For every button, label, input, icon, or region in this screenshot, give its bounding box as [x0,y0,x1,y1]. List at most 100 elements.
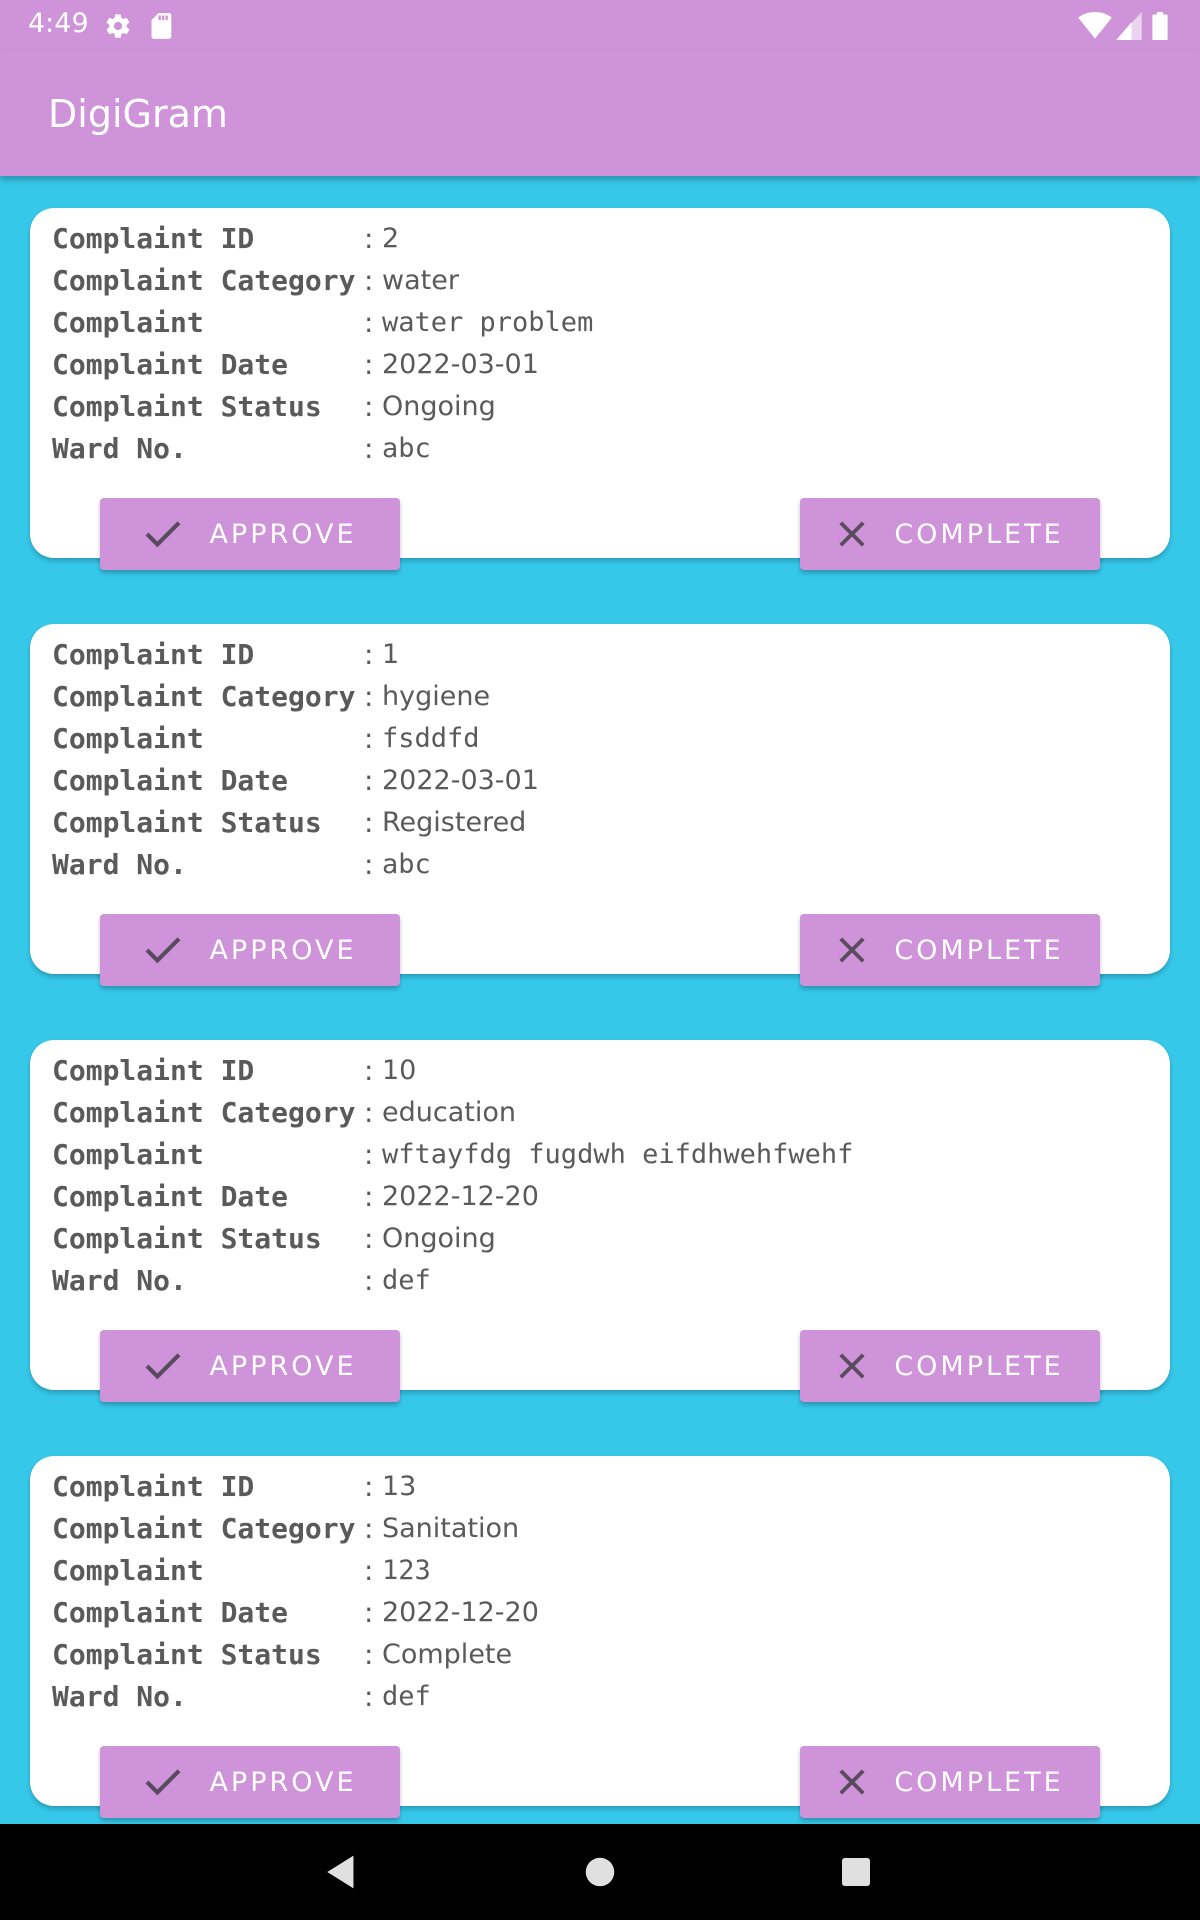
complaint-value: fsddfd [382,722,480,754]
ward-no-value: abc [382,848,431,880]
separator: : [364,763,374,797]
complaint-card: Complaint ID : 13 Complaint Category : S… [30,1456,1170,1818]
separator: : [364,805,374,839]
approve-button[interactable]: APPROVE [100,1746,400,1818]
ward-no-value: def [382,1264,431,1296]
ward-no-value: def [382,1680,431,1712]
complete-button[interactable]: COMPLETE [800,498,1100,570]
close-icon [839,1353,865,1379]
complaint-category-value: hygiene [382,680,491,712]
complaint-value: 123 [382,1554,431,1586]
complaint-row: Complaint : wftayfdg fugdwh eifdhwehfweh… [52,1134,853,1174]
separator: : [364,1221,374,1255]
check-icon [145,1353,181,1380]
complaint-category-label: Complaint Category [52,1511,356,1545]
complaint-category-value: water [382,264,459,296]
complaint-status-value: Complete [382,1638,513,1670]
close-icon [839,1769,865,1795]
complete-button[interactable]: COMPLETE [800,1330,1100,1402]
complaint-status-row: Complaint Status : Ongoing [52,386,496,426]
separator: : [364,263,374,297]
sd-card-icon [150,12,174,45]
complaint-date-value: 2022-03-01 [382,348,539,380]
separator: : [364,1053,374,1087]
complaint-status-value: Registered [382,806,527,838]
complaint-date-row: Complaint Date : 2022-03-01 [52,760,539,800]
app-title: DigiGram [48,92,228,136]
complaint-date-value: 2022-12-20 [382,1180,539,1212]
home-icon[interactable] [560,1824,640,1920]
complaint-category-row: Complaint Category : water [52,260,459,300]
complaint-row: Complaint : water problem [52,302,593,342]
separator: : [364,221,374,255]
ward-no-value: abc [382,432,431,464]
ward-no-row: Ward No. : def [52,1260,431,1300]
separator: : [364,1263,374,1297]
complaint-id-label: Complaint ID [52,1469,255,1503]
complaint-category-label: Complaint Category [52,263,356,297]
check-icon [145,521,181,548]
complaint-id-row: Complaint ID : 10 [52,1050,416,1090]
recents-icon[interactable] [816,1824,896,1920]
complaint-date-label: Complaint Date [52,763,289,797]
separator: : [364,847,374,881]
complaint-status-label: Complaint Status [52,389,322,423]
close-icon [839,521,865,547]
separator: : [364,1469,374,1503]
complaint-row: Complaint : fsddfd [52,718,480,758]
separator: : [364,1095,374,1129]
complaint-status-row: Complaint Status : Registered [52,802,526,842]
separator: : [364,1595,374,1629]
complaint-date-row: Complaint Date : 2022-03-01 [52,344,539,384]
complaint-category-label: Complaint Category [52,679,356,713]
complaint-card: Complaint ID : 2 Complaint Category : wa… [30,208,1170,570]
approve-button[interactable]: APPROVE [100,498,400,570]
complaint-date-value: 2022-12-20 [382,1596,539,1628]
status-time: 4:49 [28,8,89,39]
ward-no-row: Ward No. : abc [52,428,431,468]
complaint-category-row: Complaint Category : hygiene [52,676,490,716]
back-icon[interactable] [302,1824,382,1920]
separator: : [364,1511,374,1545]
complaint-status-row: Complaint Status : Complete [52,1634,512,1674]
complaint-label: Complaint [52,1553,204,1587]
ward-no-row: Ward No. : abc [52,844,431,884]
complaint-id-row: Complaint ID : 13 [52,1466,416,1506]
separator: : [364,1637,374,1671]
approve-button-label: APPROVE [209,934,357,966]
ward-no-label: Ward No. [52,431,187,465]
complaint-status-label: Complaint Status [52,1221,322,1255]
complaint-date-value: 2022-03-01 [382,764,539,796]
complaint-value: water problem [382,306,594,338]
complete-button-label: COMPLETE [894,1350,1064,1382]
complaint-category-label: Complaint Category [52,1095,356,1129]
separator: : [364,679,374,713]
separator: : [364,721,374,755]
signal-icon [1116,12,1142,45]
complaint-date-label: Complaint Date [52,1595,289,1629]
complaint-id-row: Complaint ID : 2 [52,218,399,258]
approve-button[interactable]: APPROVE [100,914,400,986]
complaint-date-row: Complaint Date : 2022-12-20 [52,1592,539,1632]
ward-no-label: Ward No. [52,847,187,881]
approve-button-label: APPROVE [209,518,357,550]
separator: : [364,1179,374,1213]
navigation-bar [0,1824,1200,1920]
close-icon [839,937,865,963]
approve-button[interactable]: APPROVE [100,1330,400,1402]
complaint-category-value: education [382,1096,516,1128]
complaint-id-value: 2 [382,222,400,254]
check-icon [145,1769,181,1796]
separator: : [364,305,374,339]
approve-button-label: APPROVE [209,1766,357,1798]
separator: : [364,637,374,671]
complaint-status-label: Complaint Status [52,1637,322,1671]
complete-button[interactable]: COMPLETE [800,914,1100,986]
complaint-status-label: Complaint Status [52,805,322,839]
complaint-status-value: Ongoing [382,1222,496,1254]
separator: : [364,389,374,423]
ward-no-label: Ward No. [52,1679,187,1713]
complaint-date-row: Complaint Date : 2022-12-20 [52,1176,539,1216]
complaint-id-value: 13 [382,1470,417,1502]
complete-button[interactable]: COMPLETE [800,1746,1100,1818]
